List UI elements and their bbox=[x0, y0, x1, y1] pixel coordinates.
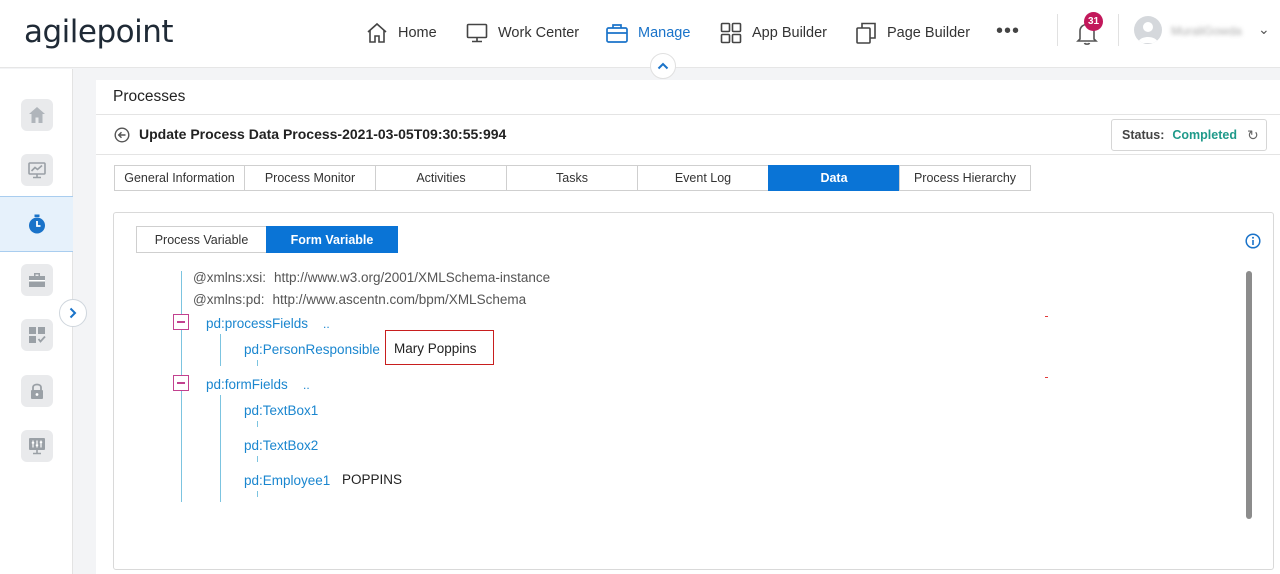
chart-monitor-icon bbox=[27, 162, 46, 179]
tree-tick bbox=[257, 491, 258, 497]
dashboard-check-icon bbox=[28, 327, 46, 343]
nav-app-builder-label: App Builder bbox=[752, 25, 827, 41]
agilepoint-logo[interactable]: agilepoint bbox=[24, 14, 174, 50]
avatar[interactable] bbox=[1134, 16, 1162, 44]
lock-icon bbox=[30, 383, 43, 399]
back-arrow-icon[interactable] bbox=[114, 127, 130, 143]
xml-attribute-key: @xmlns:pd: bbox=[193, 292, 265, 307]
xml-attribute-key: @xmlns:xsi: bbox=[193, 270, 266, 285]
home-icon bbox=[367, 22, 387, 43]
variable-tab-bar: Process Variable Form Variable bbox=[136, 226, 398, 253]
pages-icon bbox=[856, 22, 876, 44]
tab-activities[interactable]: Activities bbox=[375, 165, 507, 191]
xml-attribute-pd: @xmlns:pd: http://www.ascentn.com/bpm/XML… bbox=[193, 292, 526, 307]
tree-connector bbox=[220, 334, 221, 366]
xml-attribute-value: http://www.w3.org/2001/XMLSchema-instanc… bbox=[273, 270, 551, 285]
subtab-process-variable[interactable]: Process Variable bbox=[136, 226, 267, 253]
nav-manage[interactable]: Manage bbox=[605, 20, 690, 46]
sidebar-item-toolbox[interactable] bbox=[0, 252, 73, 308]
refresh-icon[interactable]: ↻ bbox=[1247, 127, 1259, 144]
xml-node-personresponsible[interactable]: pd:PersonResponsible bbox=[244, 342, 380, 357]
xml-value-personresponsible: Mary Poppins bbox=[394, 341, 477, 356]
xml-attribute-xsi: @xmlns:xsi: http://www.w3.org/2001/XMLSch… bbox=[193, 270, 550, 285]
tree-tick bbox=[257, 360, 258, 366]
divider bbox=[96, 114, 1280, 115]
sidebar-item-settings[interactable] bbox=[0, 418, 73, 474]
briefcase-icon bbox=[606, 24, 628, 43]
nav-manage-label: Manage bbox=[638, 25, 691, 41]
status-label: Status: bbox=[1122, 128, 1165, 142]
tab-bar: General Information Process Monitor Acti… bbox=[114, 165, 1031, 191]
top-navigation-bar: agilepoint Home Work Center Manage App B… bbox=[0, 0, 1280, 68]
nav-page-builder[interactable]: Page Builder bbox=[854, 20, 970, 46]
chevron-down-icon[interactable]: ⌄ bbox=[1258, 21, 1270, 38]
xml-node-processfields[interactable]: pd:processFields bbox=[206, 316, 308, 331]
xml-node-formfields[interactable]: pd:formFields bbox=[206, 377, 288, 392]
collapse-toggle-icon[interactable] bbox=[173, 375, 189, 391]
tab-general-information[interactable]: General Information bbox=[114, 165, 245, 191]
info-icon[interactable] bbox=[1245, 233, 1261, 249]
expand-sidebar-button[interactable] bbox=[59, 299, 87, 327]
nav-work-center[interactable]: Work Center bbox=[465, 20, 579, 46]
user-icon bbox=[1138, 22, 1158, 43]
collapse-header-button[interactable] bbox=[650, 53, 676, 79]
tab-process-hierarchy[interactable]: Process Hierarchy bbox=[899, 165, 1031, 191]
sidebar-item-security[interactable] bbox=[0, 363, 73, 419]
notification-badge[interactable]: 31 bbox=[1084, 12, 1103, 31]
data-panel: Process Variable Form Variable @xmlns:xs… bbox=[113, 212, 1274, 570]
nav-home-label: Home bbox=[398, 25, 437, 41]
tab-process-monitor[interactable]: Process Monitor bbox=[244, 165, 376, 191]
xml-node-textbox1[interactable]: pd:TextBox1 bbox=[244, 403, 318, 418]
chevron-right-icon bbox=[69, 307, 77, 319]
xml-node-employee1[interactable]: pd:Employee1 bbox=[244, 473, 330, 488]
tree-tick bbox=[257, 421, 258, 427]
nav-work-center-label: Work Center bbox=[498, 25, 580, 41]
more-menu-icon[interactable]: ••• bbox=[996, 20, 1020, 43]
sidebar-item-processes[interactable] bbox=[0, 196, 73, 252]
tab-event-log[interactable]: Event Log bbox=[637, 165, 769, 191]
divider bbox=[96, 154, 1280, 155]
nav-divider bbox=[1057, 14, 1058, 46]
tab-tasks[interactable]: Tasks bbox=[506, 165, 638, 191]
subtab-form-variable[interactable]: Form Variable bbox=[266, 226, 398, 253]
monitor-icon bbox=[466, 23, 488, 43]
node-ellipsis: .. bbox=[303, 378, 310, 392]
tab-data[interactable]: Data bbox=[768, 165, 900, 191]
sliders-monitor-icon bbox=[28, 438, 45, 455]
nav-app-builder[interactable]: App Builder bbox=[719, 20, 827, 46]
main-content: Processes Update Process Data Process-20… bbox=[96, 80, 1280, 574]
nav-divider bbox=[1118, 14, 1119, 46]
collapse-toggle-icon[interactable] bbox=[173, 314, 189, 330]
status-value: Completed bbox=[1172, 128, 1237, 142]
toolbox-icon bbox=[28, 273, 45, 287]
username[interactable]: MuraliGowda bbox=[1171, 24, 1242, 38]
marker bbox=[1045, 316, 1048, 317]
xml-value-employee1: POPPINS bbox=[342, 472, 403, 487]
nav-page-builder-label: Page Builder bbox=[887, 25, 971, 41]
sidebar-item-home[interactable] bbox=[0, 87, 73, 143]
stopwatch-icon bbox=[28, 214, 45, 234]
node-ellipsis: .. bbox=[323, 317, 330, 331]
xml-node-textbox2[interactable]: pd:TextBox2 bbox=[244, 438, 318, 453]
home-icon bbox=[28, 107, 45, 123]
marker bbox=[1045, 377, 1048, 378]
sidebar-item-monitor[interactable] bbox=[0, 142, 73, 198]
tree-connector bbox=[220, 395, 221, 502]
page-title: Processes bbox=[113, 88, 186, 105]
xml-attribute-value: http://www.ascentn.com/bpm/XMLSchema bbox=[272, 292, 527, 307]
tree-tick bbox=[257, 456, 258, 462]
vertical-scrollbar[interactable] bbox=[1246, 271, 1252, 519]
chevron-up-icon bbox=[657, 62, 669, 70]
grid-icon bbox=[720, 22, 742, 44]
status-badge: Status: Completed ↻ bbox=[1111, 119, 1267, 151]
nav-home[interactable]: Home bbox=[365, 20, 437, 46]
process-title: Update Process Data Process-2021-03-05T0… bbox=[139, 126, 507, 142]
